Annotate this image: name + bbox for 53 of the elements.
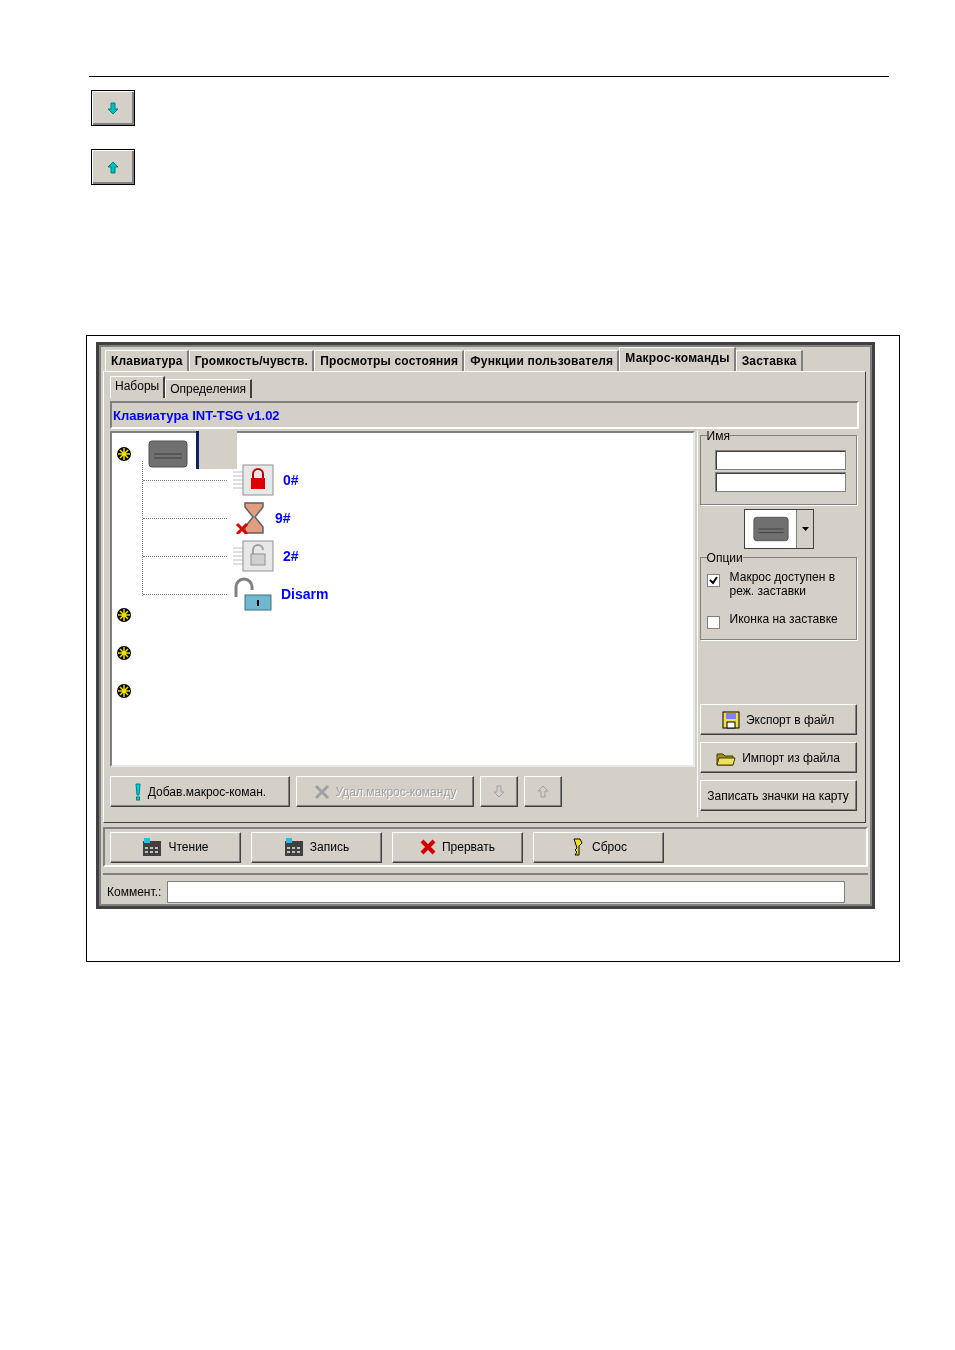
write-button[interactable]: Запись xyxy=(251,831,382,863)
comment-label: Коммент.: xyxy=(107,885,162,899)
device-title: Клавиатура INT-TSG v1.02 xyxy=(113,407,280,423)
tree-item[interactable]: Disarm xyxy=(281,586,329,602)
tree-item[interactable]: 9# xyxy=(275,510,291,526)
add-button[interactable]: Добав.макрос-коман. xyxy=(110,776,290,807)
export-button[interactable]: Экспорт в файл xyxy=(699,704,857,735)
exclamation-icon xyxy=(133,782,142,801)
tab[interactable]: Определения xyxy=(165,379,252,398)
up-arrow-icon xyxy=(537,785,549,798)
tree-node-icon xyxy=(116,683,132,699)
tab[interactable]: Просмотры состояния xyxy=(314,350,465,371)
checkbox[interactable] xyxy=(706,574,720,587)
caret-icon xyxy=(801,527,809,531)
down-arrow-icon xyxy=(493,785,505,798)
tree-node-icon xyxy=(116,446,132,462)
read-button[interactable]: Чтение xyxy=(110,831,241,863)
tab[interactable]: Заставка xyxy=(735,350,803,371)
tab[interactable]: Наборы xyxy=(110,376,166,398)
group-label: Имя xyxy=(706,429,730,443)
group-label: Опции xyxy=(706,551,743,565)
checkbox-label: Макрос доступен в реж. заставки xyxy=(729,570,837,598)
tree-item[interactable]: 2# xyxy=(283,548,299,564)
check-icon xyxy=(708,576,718,585)
cross-icon xyxy=(313,783,330,800)
keypad-icon xyxy=(283,837,304,857)
lock-icon xyxy=(231,464,275,496)
import-button[interactable]: Импорт из файла xyxy=(699,742,857,773)
down-button[interactable] xyxy=(91,90,135,126)
tree-node-icon xyxy=(116,607,132,623)
tree-node-icon xyxy=(116,645,132,661)
tree-item[interactable]: 0# xyxy=(283,472,299,488)
name-field[interactable] xyxy=(714,472,846,492)
comment-field[interactable] xyxy=(167,881,846,903)
lock-icon xyxy=(231,540,275,572)
icon-dropdown[interactable] xyxy=(744,509,815,549)
tab[interactable]: Функции пользователя xyxy=(464,350,620,371)
write-icons-button[interactable]: Записать значки на карту xyxy=(699,780,857,811)
up-button[interactable] xyxy=(91,149,135,185)
tab[interactable]: Громкость/чувств. xyxy=(188,350,315,371)
tab[interactable]: Макрос-команды xyxy=(619,347,736,371)
keypad-icon xyxy=(142,837,163,857)
cross-icon xyxy=(419,839,436,855)
checkbox[interactable] xyxy=(706,616,720,629)
up-arrow-icon xyxy=(107,160,119,174)
checkbox-label: Иконка на заставке xyxy=(729,612,838,626)
name-field[interactable] xyxy=(714,450,846,470)
keypad-icon xyxy=(148,440,188,468)
down-arrow-icon xyxy=(107,101,119,115)
stop-button[interactable]: Прервать xyxy=(392,831,523,863)
keypad-icon xyxy=(753,516,790,542)
reset-button[interactable]: Сброс xyxy=(533,831,664,863)
tab[interactable]: Клавиатура xyxy=(105,350,189,371)
